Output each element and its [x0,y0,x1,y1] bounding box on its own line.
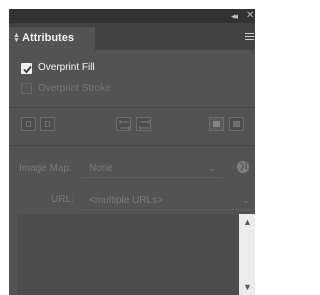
checkmark-icon [23,65,32,74]
panel-topbar: ◂◂ ✕ [9,9,255,23]
filled-square-icon [213,121,220,127]
hamburger-menu-icon[interactable] [245,33,254,40]
url-select[interactable]: <multiple URLs> ⌄ [82,191,255,210]
overprint-fill-label: Overprint Fill [38,62,95,73]
image-map-select[interactable]: None ⌄ [82,159,222,178]
overprint-fill-checkbox[interactable] [21,63,32,74]
reverse-path-direction-off-button[interactable] [116,117,131,131]
chevron-down-icon: ⌄ [208,163,216,173]
overprint-stroke-checkbox[interactable] [21,83,32,94]
url-value: <multiple URLs> [89,195,163,206]
image-map-value: None [89,163,113,174]
chevron-down-icon[interactable]: ▼ [243,283,252,292]
scrollbar[interactable]: ▲ ▼ [239,214,255,295]
sort-arrows-icon[interactable]: ▲ ▼ [13,32,20,44]
tab-label: Attributes [22,32,74,44]
close-icon[interactable]: ✕ [246,10,254,21]
square-dot-icon [45,121,50,127]
overprint-stroke-label: Overprint Stroke [38,83,111,94]
double-chevron-left-icon[interactable]: ◂◂ [231,11,238,21]
url-label: URL: [51,194,74,205]
chevron-up-icon[interactable]: ▲ [243,218,252,227]
chevron-down-icon: ⌄ [242,195,250,205]
globe-icon[interactable] [236,160,250,174]
reverse-path-direction-on-button[interactable] [136,117,151,131]
tab-attributes[interactable]: ▲ ▼ Attributes [9,27,95,50]
arrows-out-icon [119,120,130,130]
divider [9,145,255,146]
arrows-in-icon [139,120,150,130]
attributes-panel: ◂◂ ✕ ▲ ▼ Attributes Overprint Fill Overpr… [9,9,255,295]
square-center-icon [26,121,31,127]
even-odd-fill-button[interactable] [229,117,244,131]
divider [9,107,255,108]
image-map-label: Image Map: [19,163,72,174]
notes-textarea[interactable] [17,214,255,295]
tab-strip: ▲ ▼ Attributes [9,23,255,50]
show-center-button[interactable] [21,117,36,131]
filled-square-dark-icon [233,121,240,127]
non-zero-winding-fill-button[interactable] [209,117,224,131]
dont-show-center-button[interactable] [40,117,55,131]
